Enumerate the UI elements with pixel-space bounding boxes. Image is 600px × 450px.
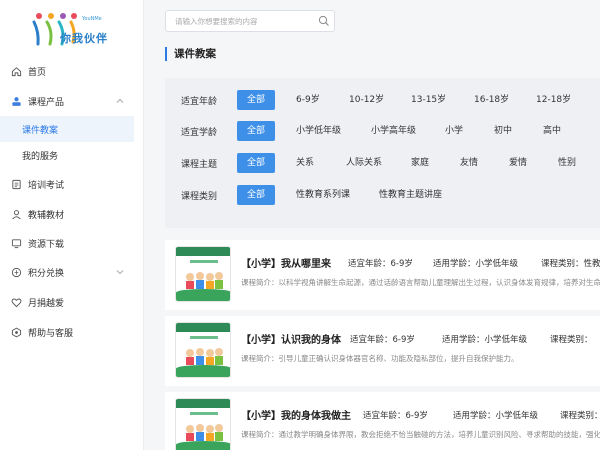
filter-option[interactable]: 初中 xyxy=(494,121,512,141)
search-icon[interactable] xyxy=(318,15,330,27)
chevron-down-icon[interactable] xyxy=(116,268,124,276)
course-desc: 课程简介：通过教学明确身体界限，教会拒绝不恰当触碰的方法，培养儿童识别风险、寻求… xyxy=(241,430,600,439)
course-item[interactable]: 【小学】我的身体我做主 适宜年龄：6-9岁 适用学龄：小学低年级 课程类别： 课… xyxy=(165,392,600,450)
filter-option[interactable]: 小学低年级 xyxy=(296,121,341,141)
filter-option[interactable]: 友情 xyxy=(460,153,478,173)
filter-option-all[interactable]: 全部 xyxy=(237,185,275,205)
sidebar-item-home[interactable]: 首页 xyxy=(0,57,144,85)
course-item[interactable]: 【小学】认识我的身体 适宜年龄：6-9岁 适用学龄：小学低年级 课程类别： 课程… xyxy=(165,316,600,386)
course-icon xyxy=(10,95,22,107)
course-desc: 课程简介：以科学视角讲解生命起源，通过话龄语言帮助儿童理解出生过程，认识身体发育… xyxy=(241,278,600,287)
sidebar-item-label: 积分兑换 xyxy=(28,268,65,279)
course-category: 课程类别： xyxy=(550,335,593,345)
home-icon xyxy=(10,65,22,77)
user-icon xyxy=(10,208,22,220)
course-title[interactable]: 【小学】我的身体我做主 xyxy=(241,407,351,422)
filter-option[interactable]: 小学 xyxy=(445,121,463,141)
filter-panel: 适宜年龄 全部 6-9岁 10-12岁 13-15岁 16-18岁 12-18岁… xyxy=(165,78,600,228)
search-box xyxy=(165,10,335,32)
course-title[interactable]: 【小学】我从哪里来 xyxy=(241,255,331,270)
monitor-icon xyxy=(10,237,22,249)
sidebar-item-label: 教辅教材 xyxy=(28,210,65,221)
filter-option[interactable]: 6-9岁 xyxy=(296,90,320,110)
filter-option[interactable]: 12-18岁 xyxy=(536,90,571,110)
chevron-up-icon[interactable] xyxy=(116,97,124,105)
filter-label: 适宜学龄 xyxy=(181,128,218,138)
help-icon xyxy=(10,326,22,338)
sidebar-item-training[interactable]: 培训考试 xyxy=(0,170,144,198)
logo[interactable]: YouNMe 你我伙伴 xyxy=(30,8,120,48)
page-title: 课件教案 xyxy=(165,47,216,61)
course-item[interactable]: 【小学】我从哪里来 适宜年龄：6-9岁 适用学龄：小学低年级 课程类别：性教 课… xyxy=(165,240,600,310)
kids-illustration-icon xyxy=(186,424,223,441)
sidebar-item-materials[interactable]: 教辅教材 xyxy=(0,200,144,228)
filter-option[interactable]: 人际关系 xyxy=(346,153,382,173)
brand-en: YouNMe xyxy=(82,16,102,22)
course-title[interactable]: 【小学】认识我的身体 xyxy=(241,331,341,346)
sidebar-item-help[interactable]: 帮助与客服 xyxy=(0,318,144,346)
filter-option[interactable]: 高中 xyxy=(543,121,561,141)
sidebar: YouNMe 你我伙伴 首页 课程产品 课件教案 我的服务 培训考试 教辅教材 … xyxy=(0,0,144,450)
filter-option-all[interactable]: 全部 xyxy=(237,153,275,173)
course-desc: 课程简介：引导儿童正确认识身体器官名称、功能及隐私部位，提升自我保护能力。 xyxy=(241,354,519,363)
search-input[interactable] xyxy=(166,11,311,31)
filter-option[interactable]: 性别 xyxy=(558,153,576,173)
course-thumbnail[interactable] xyxy=(175,398,231,450)
course-age: 适宜年龄：6-9岁 xyxy=(348,259,413,269)
kids-illustration-icon xyxy=(186,272,223,289)
filter-label: 课程类别 xyxy=(181,192,218,202)
sidebar-item-label: 帮助与客服 xyxy=(28,328,74,339)
filter-option[interactable]: 小学高年级 xyxy=(371,121,416,141)
course-category: 课程类别： xyxy=(560,411,600,421)
filter-option[interactable]: 爱情 xyxy=(509,153,527,173)
filter-option[interactable]: 13-15岁 xyxy=(411,90,446,110)
sidebar-subitem-my-service[interactable]: 我的服务 xyxy=(0,142,134,168)
filter-option[interactable]: 家庭 xyxy=(411,153,429,173)
filter-row-category: 课程类别 全部 性教育系列课 性教育主题讲座 xyxy=(165,185,600,205)
filter-option-all[interactable]: 全部 xyxy=(237,90,275,110)
filter-label: 课程主题 xyxy=(181,160,218,170)
course-category: 课程类别：性教 xyxy=(541,259,600,269)
sidebar-item-label: 资源下载 xyxy=(28,239,65,250)
course-age: 适宜年龄：6-9岁 xyxy=(363,411,428,421)
sidebar-item-label: 培训考试 xyxy=(28,180,65,191)
course-age: 适宜年龄：6-9岁 xyxy=(350,335,415,345)
filter-row-age: 适宜年龄 全部 6-9岁 10-12岁 13-15岁 16-18岁 12-18岁 xyxy=(165,90,600,110)
sidebar-item-downloads[interactable]: 资源下载 xyxy=(0,229,144,257)
heart-icon xyxy=(10,296,22,308)
kids-illustration-icon xyxy=(186,348,223,365)
filter-row-topic: 课程主题 全部 关系 人际关系 家庭 友情 爱情 性别 xyxy=(165,153,600,173)
filter-label: 适宜年龄 xyxy=(181,97,218,107)
filter-option[interactable]: 关系 xyxy=(296,153,314,173)
points-icon xyxy=(10,266,22,278)
sidebar-item-label: 课程产品 xyxy=(28,97,65,108)
sidebar-item-donate[interactable]: 月捐越爱 xyxy=(0,288,144,316)
sidebar-subitem-courseware[interactable]: 课件教案 xyxy=(0,116,134,142)
filter-option-all[interactable]: 全部 xyxy=(237,121,275,141)
filter-option[interactable]: 性教育系列课 xyxy=(296,185,350,205)
sidebar-item-points[interactable]: 积分兑换 xyxy=(0,258,144,286)
filter-option[interactable]: 10-12岁 xyxy=(349,90,384,110)
sidebar-item-label: 月捐越爱 xyxy=(28,298,65,309)
course-grade: 适用学龄：小学低年级 xyxy=(442,335,528,345)
exam-icon xyxy=(10,178,22,190)
brand-cn: 你我伙伴 xyxy=(60,32,108,45)
sidebar-item-label: 首页 xyxy=(28,67,47,78)
course-thumbnail[interactable] xyxy=(175,246,231,302)
filter-row-grade: 适宜学龄 全部 小学低年级 小学高年级 小学 初中 高中 xyxy=(165,121,600,141)
course-thumbnail[interactable] xyxy=(175,322,231,378)
sidebar-item-courses[interactable]: 课程产品 xyxy=(0,87,144,115)
course-grade: 适用学龄：小学低年级 xyxy=(453,411,539,421)
filter-option[interactable]: 性教育主题讲座 xyxy=(379,185,442,205)
course-grade: 适用学龄：小学低年级 xyxy=(433,259,519,269)
filter-option[interactable]: 16-18岁 xyxy=(474,90,509,110)
